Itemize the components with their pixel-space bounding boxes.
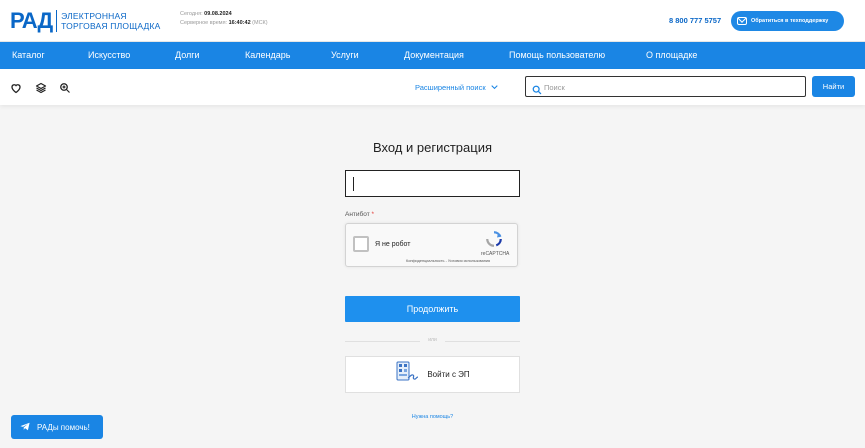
recaptcha-brand: reCAPTCHA — [481, 251, 510, 257]
site-logo[interactable]: РАД ЭЛЕКТРОННАЯ ТОРГОВАЯ ПЛОЩАДКА — [10, 8, 161, 34]
nav-item-documentation[interactable]: Документация — [404, 42, 464, 69]
mail-icon — [737, 17, 747, 25]
find-button[interactable]: Найти — [812, 76, 855, 97]
recaptcha-widget: Я не робот reCAPTCHA Конфиденциальность … — [345, 223, 518, 267]
nav-item-debts[interactable]: Долги — [175, 42, 200, 69]
nav-item-calendar[interactable]: Календарь — [245, 42, 290, 69]
today-value: 09.08.2024 — [204, 11, 232, 17]
advanced-search-toggle[interactable]: Расширенный поиск — [415, 83, 498, 92]
recaptcha-label: Я не робот — [375, 241, 411, 248]
server-time-zone: (МСК) — [252, 20, 268, 26]
chevron-down-icon — [488, 83, 498, 92]
support-label: Обратиться в техподдержку — [751, 18, 829, 24]
antibot-label-text: Антибот — [345, 211, 370, 218]
digital-signature-icon — [395, 360, 419, 389]
zoom-icon[interactable] — [59, 81, 71, 93]
recaptcha-terms[interactable]: Конфиденциальность - Условия использован… — [406, 259, 490, 263]
logo-divider — [56, 10, 58, 32]
search-icon — [532, 82, 542, 100]
nav-item-art[interactable]: Искусство — [88, 42, 130, 69]
nav-item-user-help[interactable]: Помощь пользователю — [509, 42, 605, 69]
heart-icon[interactable] — [10, 81, 22, 94]
server-time-value: 16:40:42 — [228, 20, 251, 26]
layers-icon[interactable] — [35, 81, 47, 94]
antibot-label: Антибот * — [345, 211, 374, 218]
required-marker: * — [371, 211, 375, 218]
continue-button[interactable]: Продолжить — [345, 296, 520, 322]
support-button[interactable]: Обратиться в техподдержку — [731, 11, 844, 31]
today-label: Сегодня: — [180, 11, 203, 17]
server-time-label: Серверное время: — [180, 20, 228, 26]
logo-text: ЭЛЕКТРОННАЯ ТОРГОВАЯ ПЛОЩАДКА — [61, 11, 160, 31]
page-title: Вход и регистрация — [372, 140, 493, 155]
help-widget-button[interactable]: РАДы помочь! — [11, 415, 103, 439]
help-widget-label: РАДы помочь! — [37, 422, 90, 432]
login-with-ep-label: Войти с ЭП — [427, 370, 470, 379]
need-help-link[interactable]: Нужна помощь? — [0, 414, 865, 420]
text-cursor — [353, 177, 354, 191]
recaptcha-logo-icon — [485, 230, 503, 253]
login-with-ep-button[interactable]: Войти с ЭП — [345, 356, 520, 393]
or-separator: или — [420, 337, 445, 343]
search-input[interactable] — [544, 80, 799, 94]
search-box — [525, 76, 806, 97]
date-block: Сегодня: 09.08.2024 Серверное время: 16:… — [180, 10, 268, 28]
phone-number[interactable]: 8 800 777 5757 — [669, 16, 721, 25]
nav-item-services[interactable]: Услуги — [331, 42, 359, 69]
recaptcha-checkbox[interactable] — [353, 236, 369, 252]
logo-text-line1: ЭЛЕКТРОННАЯ — [61, 11, 127, 21]
telegram-icon — [20, 422, 30, 433]
toolbar: Расширенный поиск Найти — [0, 69, 865, 105]
main-nav: Каталог Искусство Долги Календарь Услуги… — [0, 42, 865, 69]
advanced-search-label: Расширенный поиск — [415, 83, 486, 92]
logo-mark: РАД — [10, 8, 53, 33]
header: РАД ЭЛЕКТРОННАЯ ТОРГОВАЯ ПЛОЩАДКА Сегодн… — [0, 0, 865, 42]
login-field[interactable] — [345, 170, 520, 197]
nav-item-about[interactable]: О площадке — [646, 42, 697, 69]
logo-text-line2: ТОРГОВАЯ ПЛОЩАДКА — [61, 21, 161, 31]
nav-item-catalog[interactable]: Каталог — [12, 42, 45, 69]
